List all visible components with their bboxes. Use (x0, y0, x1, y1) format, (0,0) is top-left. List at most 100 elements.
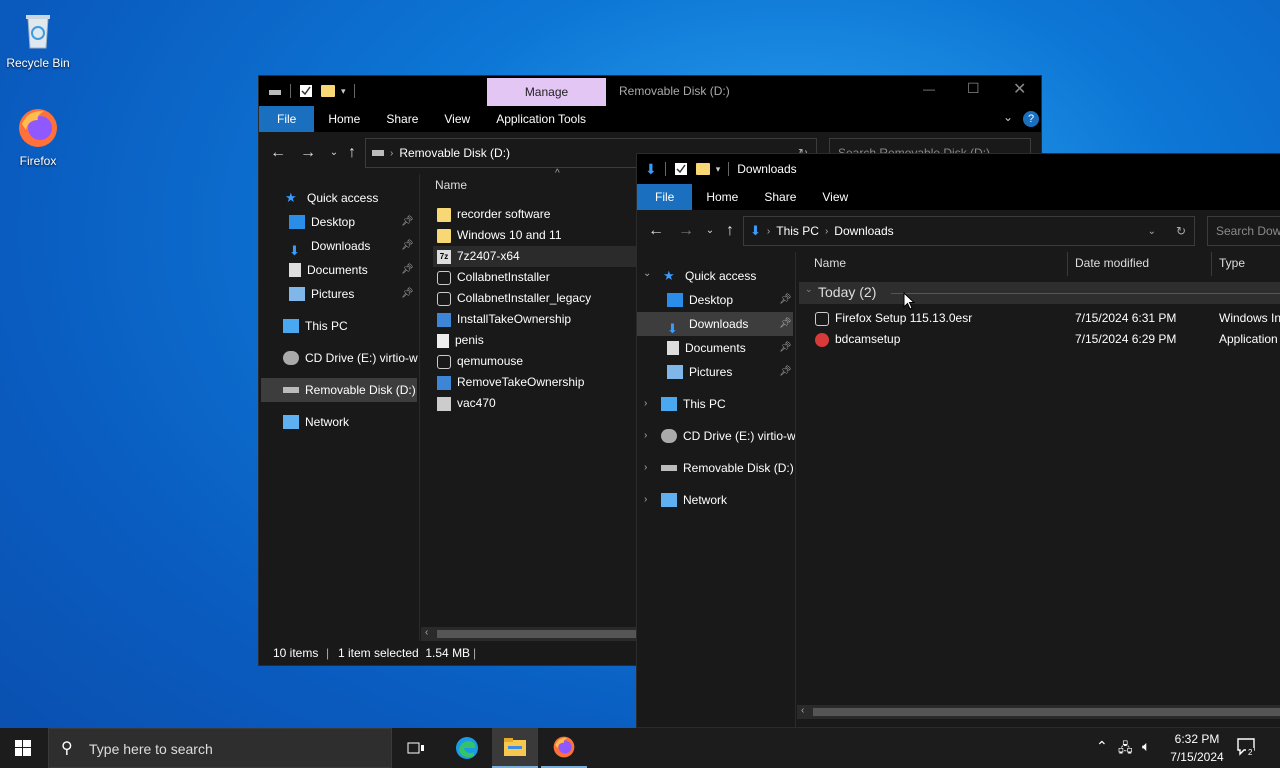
file-row[interactable]: InstallTakeOwnership (437, 309, 571, 330)
tab-file[interactable]: File (259, 106, 315, 132)
pin-icon[interactable]: 📌︎ (779, 366, 792, 377)
nav-pictures[interactable]: Pictures (667, 360, 732, 384)
pin-icon[interactable]: 📌︎ (401, 216, 414, 227)
desktop-icon-firefox[interactable]: Firefox (0, 106, 76, 168)
file-row[interactable]: qemumouse (437, 351, 523, 372)
tab-share[interactable]: Share (751, 184, 809, 210)
show-hidden-icons-button[interactable]: ⌃ (1096, 738, 1108, 755)
tab-share[interactable]: Share (373, 106, 431, 132)
desktop-icon-recycle-bin[interactable]: Recycle Bin (0, 8, 76, 70)
task-view-button[interactable] (393, 728, 439, 768)
group-header[interactable]: ⌄ Today (2) (799, 282, 1280, 304)
tab-view[interactable]: View (431, 106, 483, 132)
pin-icon[interactable]: 📌︎ (401, 240, 414, 251)
tab-application-tools[interactable]: Application Tools (483, 106, 599, 132)
chevron-down-icon[interactable]: ⌄ (1003, 110, 1013, 124)
pin-icon[interactable]: 📌︎ (779, 294, 792, 305)
network-icon[interactable]: 🖧︎ (1118, 739, 1133, 761)
nav-documents[interactable]: Documents (667, 336, 746, 360)
file-row[interactable]: RemoveTakeOwnership (437, 372, 584, 393)
nav-quick-access[interactable]: ★ Quick access (285, 186, 378, 210)
nav-this-pc[interactable]: This PC (283, 314, 348, 338)
nav-network[interactable]: Network (283, 410, 349, 434)
file-row[interactable]: Windows 10 and 11 (437, 225, 562, 246)
taskbar-file-explorer[interactable] (492, 728, 538, 768)
horizontal-scrollbar[interactable]: ‹ (797, 705, 1280, 719)
refresh-icon[interactable]: ↻ (1176, 224, 1186, 238)
horizontal-scrollbar[interactable]: ‹ (421, 627, 641, 641)
breadcrumb-this-pc[interactable]: This PC (776, 224, 819, 238)
up-button[interactable]: ↑ (343, 144, 361, 162)
column-header-type[interactable]: Type (1219, 256, 1245, 270)
chevron-down-icon[interactable]: ⌄ (643, 268, 651, 279)
new-folder-icon[interactable] (695, 163, 710, 175)
context-tab-manage[interactable]: Manage (487, 78, 606, 106)
file-row[interactable]: CollabnetInstaller (437, 267, 550, 288)
chevron-right-icon[interactable]: › (644, 398, 647, 409)
nav-downloads-selected[interactable]: ⬇ Downloads (637, 312, 793, 336)
breadcrumb-downloads[interactable]: Downloads (834, 224, 893, 238)
pin-icon[interactable]: 📌︎ (401, 264, 414, 275)
file-row[interactable]: CollabnetInstaller_legacy (437, 288, 591, 309)
nav-removable-disk[interactable]: Removable Disk (D:) (261, 378, 417, 402)
maximize-button[interactable]: ☐ (967, 80, 980, 97)
recent-locations-button[interactable]: ⌄ (325, 144, 343, 162)
nav-removable-disk[interactable]: Removable Disk (D:) (661, 456, 794, 480)
column-divider[interactable] (1211, 252, 1212, 276)
navpane-divider[interactable] (419, 174, 420, 641)
column-header-name[interactable]: Name (814, 256, 846, 270)
new-folder-icon[interactable] (321, 85, 335, 97)
chevron-right-icon[interactable]: › (644, 430, 647, 441)
taskbar-search-box[interactable]: ⚲ Type here to search (48, 728, 392, 768)
nav-desktop[interactable]: Desktop (289, 210, 355, 234)
clock[interactable]: 6:32 PM 7/15/2024 (1168, 730, 1226, 766)
volume-icon[interactable]: 🔈︎ (1142, 738, 1150, 755)
column-header-date-modified[interactable]: Date modified (1075, 256, 1149, 270)
chevron-down-icon[interactable]: ⌄ (1148, 226, 1156, 237)
chevron-down-icon[interactable]: ▾ (716, 164, 721, 175)
notification-center-button[interactable]: 2 (1236, 736, 1260, 760)
search-input[interactable]: Search Downloads (1207, 216, 1280, 246)
file-row-selected[interactable]: 7z 7z2407-x64 (433, 246, 647, 267)
nav-network[interactable]: Network (661, 488, 727, 512)
forward-button[interactable]: → (677, 222, 695, 240)
navpane-divider[interactable] (795, 252, 796, 727)
back-button[interactable]: ← (647, 222, 665, 240)
minimize-button[interactable]: — (923, 82, 935, 96)
pin-icon[interactable]: 📌︎ (779, 342, 792, 353)
nav-downloads[interactable]: ⬇ Downloads (289, 234, 370, 258)
nav-documents[interactable]: Documents (289, 258, 368, 282)
chevron-down-icon[interactable]: ▾ (341, 86, 346, 97)
help-icon[interactable]: ? (1023, 111, 1039, 127)
column-divider[interactable] (1067, 252, 1068, 276)
chevron-right-icon[interactable]: › (644, 462, 647, 473)
nav-quick-access[interactable]: ★ Quick access (663, 264, 756, 288)
column-header-name[interactable]: Name (435, 178, 467, 192)
file-row[interactable]: vac470 (437, 393, 496, 414)
chevron-right-icon[interactable]: › (644, 494, 647, 505)
properties-icon[interactable] (674, 162, 688, 176)
scroll-left-icon[interactable]: ‹ (425, 627, 428, 638)
pin-icon[interactable]: 📌︎ (401, 288, 414, 299)
scroll-left-icon[interactable]: ‹ (801, 705, 804, 716)
pin-icon[interactable]: 📌︎ (779, 318, 792, 329)
file-row[interactable]: Firefox Setup 115.13.0esr (815, 308, 972, 329)
file-row[interactable]: bdcamsetup (815, 329, 900, 350)
chevron-down-icon[interactable]: ⌄ (805, 284, 813, 295)
nav-desktop[interactable]: Desktop (667, 288, 733, 312)
up-button[interactable]: ↑ (721, 222, 739, 240)
address-bar[interactable]: ⬇ › This PC › Downloads ⌄ ↻ (743, 216, 1195, 246)
forward-button[interactable]: → (299, 144, 317, 162)
scrollbar-thumb[interactable] (813, 708, 1280, 716)
tab-home[interactable]: Home (692, 184, 751, 210)
nav-this-pc[interactable]: This PC (661, 392, 726, 416)
tab-view[interactable]: View (809, 184, 861, 210)
tab-file[interactable]: File (637, 184, 693, 210)
scrollbar-thumb[interactable] (437, 630, 637, 638)
back-button[interactable]: ← (269, 144, 287, 162)
start-button[interactable] (0, 728, 46, 768)
close-button[interactable]: ✕ (1013, 79, 1026, 99)
taskbar-firefox[interactable] (541, 728, 587, 768)
breadcrumb-removable-disk[interactable]: Removable Disk (D:) (399, 146, 510, 160)
tab-home[interactable]: Home (314, 106, 373, 132)
